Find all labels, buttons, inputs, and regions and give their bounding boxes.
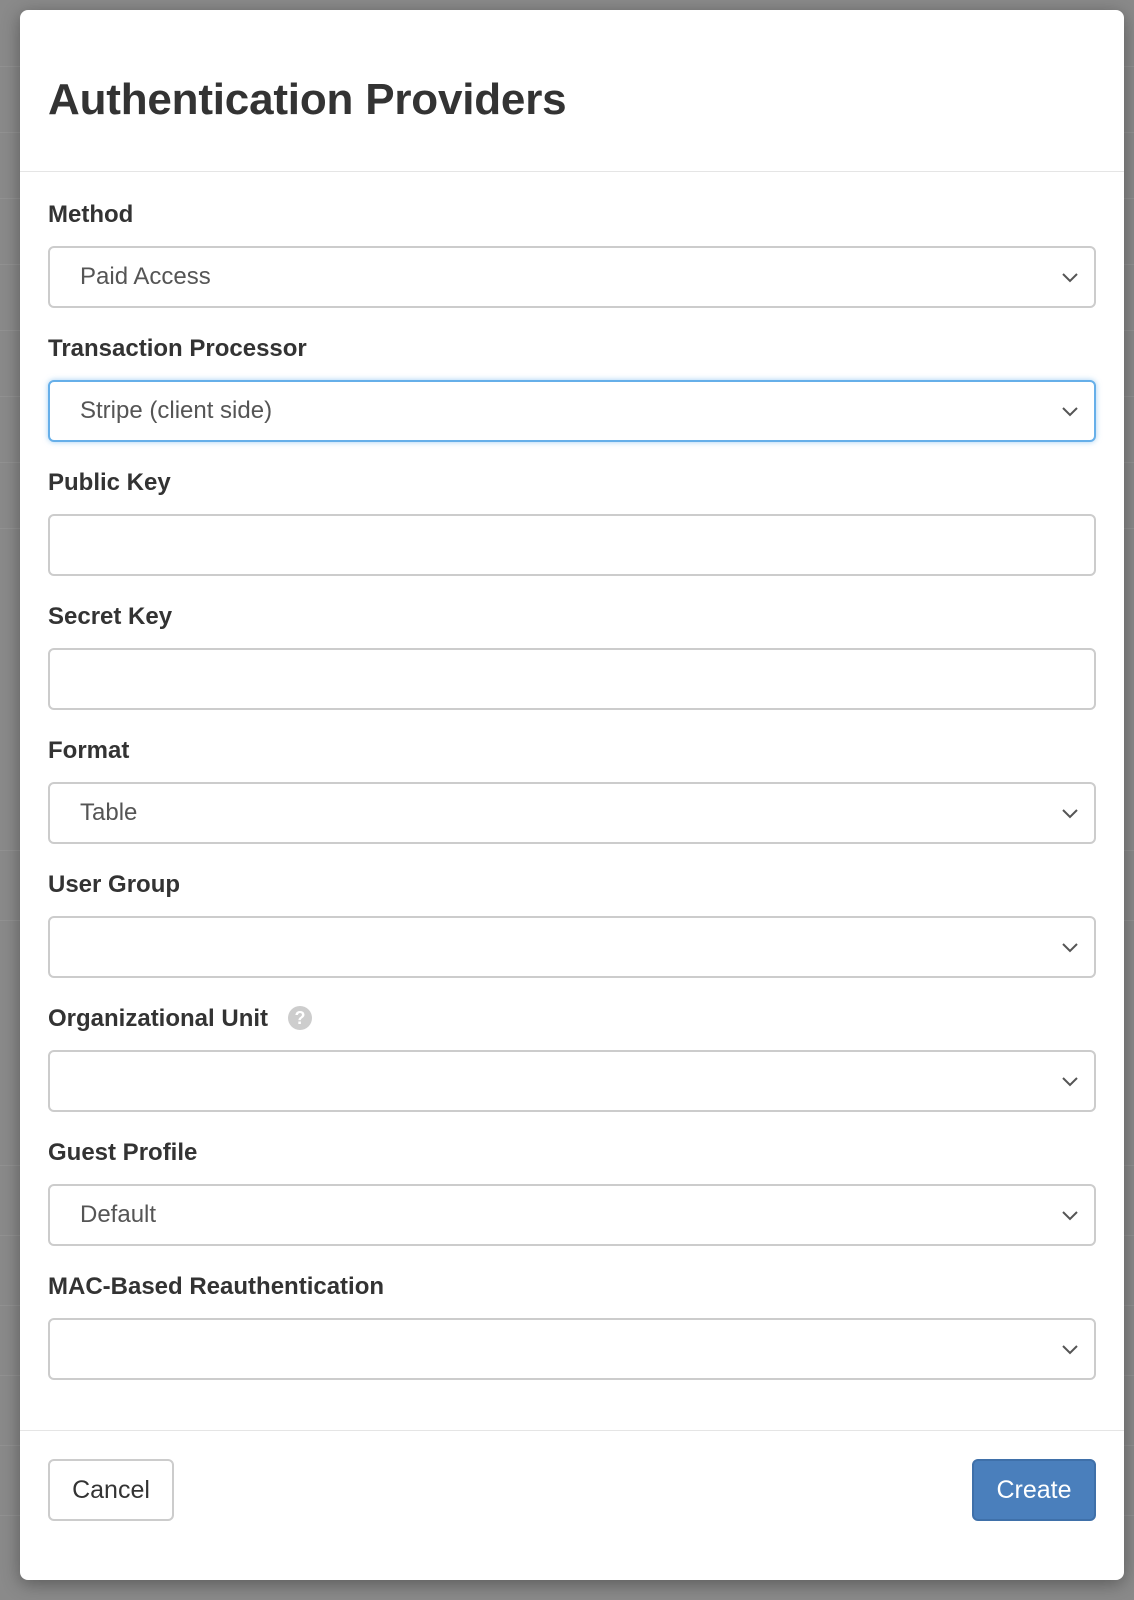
chevron-down-icon [1060, 267, 1080, 287]
guest-profile-label: Guest Profile [48, 1139, 198, 1166]
format-select-value: Table [80, 799, 138, 826]
question-circle-icon[interactable]: ? [288, 1006, 313, 1030]
user-group-group: User Group [48, 870, 1096, 978]
cancel-button[interactable]: Cancel [48, 1459, 174, 1521]
chevron-down-icon [1060, 1205, 1080, 1225]
transaction-processor-select-value: Stripe (client side) [80, 397, 273, 424]
format-label: Format [48, 737, 130, 764]
modal-title: Authentication Providers [48, 75, 567, 124]
method-select-value: Paid Access [80, 263, 211, 290]
secret-key-label: Secret Key [48, 603, 173, 630]
public-key-input[interactable] [48, 514, 1096, 576]
public-key-label: Public Key [48, 469, 171, 496]
secret-key-input[interactable] [48, 648, 1096, 710]
mac-reauth-select[interactable] [48, 1318, 1096, 1380]
chevron-down-icon [1060, 401, 1080, 421]
modal-header: Authentication Providers [20, 10, 1124, 172]
chevron-down-icon [1060, 1339, 1080, 1359]
chevron-down-icon [1060, 937, 1080, 957]
user-group-label: User Group [48, 871, 181, 898]
organizational-unit-label: Organizational Unit [48, 1005, 269, 1032]
organizational-unit-select[interactable] [48, 1050, 1096, 1112]
method-group: Method Paid Access [48, 200, 1096, 308]
transaction-processor-group: Transaction Processor Stripe (client sid… [48, 334, 1096, 442]
method-label: Method [48, 201, 134, 228]
transaction-processor-select[interactable]: Stripe (client side) [48, 380, 1096, 442]
transaction-processor-label: Transaction Processor [48, 335, 307, 362]
guest-profile-group: Guest Profile Default [48, 1138, 1096, 1246]
auth-providers-modal: Authentication Providers Method Paid Acc… [20, 10, 1124, 1580]
guest-profile-select[interactable]: Default [48, 1184, 1096, 1246]
mac-reauth-group: MAC-Based Reauthentication [48, 1272, 1096, 1380]
organizational-unit-group: Organizational Unit ? [48, 1004, 1096, 1112]
secret-key-group: Secret Key [48, 602, 1096, 710]
format-select[interactable]: Table [48, 782, 1096, 844]
guest-profile-select-value: Default [80, 1201, 157, 1228]
modal-footer: Cancel Create [20, 1430, 1124, 1580]
chevron-down-icon [1060, 803, 1080, 823]
method-select[interactable]: Paid Access [48, 246, 1096, 308]
mac-reauth-label: MAC-Based Reauthentication [48, 1273, 385, 1300]
format-group: Format Table [48, 736, 1096, 844]
chevron-down-icon [1060, 1071, 1080, 1091]
user-group-select[interactable] [48, 916, 1096, 978]
create-button[interactable]: Create [972, 1459, 1096, 1521]
public-key-group: Public Key [48, 468, 1096, 576]
